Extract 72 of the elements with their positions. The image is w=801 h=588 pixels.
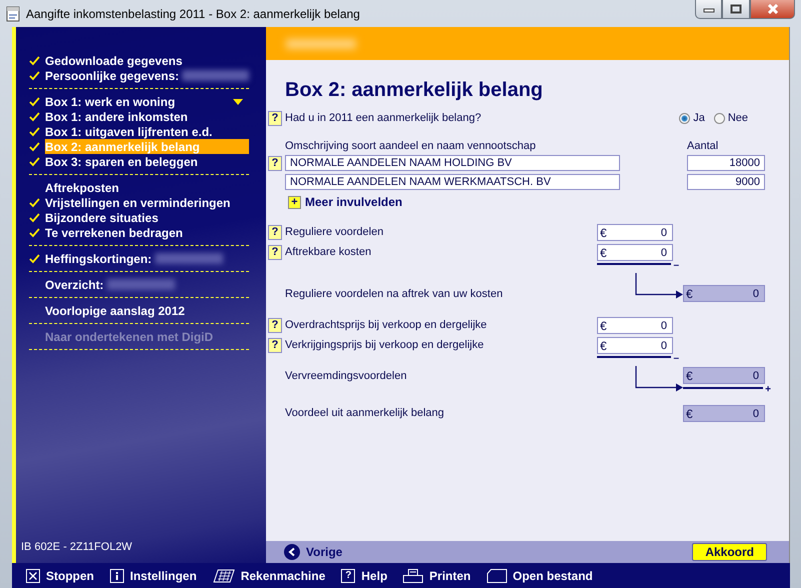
page-title: Box 2: aanmerkelijk belang xyxy=(285,79,544,102)
amount-field[interactable]: € 0 xyxy=(597,337,673,354)
folder-icon xyxy=(486,568,507,582)
sidebar-item[interactable]: Te verrekenen bedragen xyxy=(29,225,249,240)
field-label: Reguliere voordelen xyxy=(285,226,384,240)
sidebar-item[interactable]: Box 3: sparen en beleggen xyxy=(29,154,249,169)
maximize-icon xyxy=(730,4,742,14)
toolbar-button[interactable]: ? Help xyxy=(341,568,388,582)
amount-field[interactable]: € 0 xyxy=(597,317,673,334)
help-button[interactable]: ? xyxy=(268,110,282,126)
sidebar-item[interactable]: Box 1: andere inkomsten xyxy=(29,109,249,124)
number-field[interactable]: 9000 xyxy=(687,174,765,190)
calculated-amount: € 0 xyxy=(683,285,765,302)
field-label: Vervreemdingsvoordelen xyxy=(285,370,408,384)
sidebar-item[interactable]: Voorlopige aanslag 2012 xyxy=(29,303,249,318)
minimize-button[interactable] xyxy=(695,0,722,19)
printer-icon xyxy=(403,568,424,582)
help-icon: ? xyxy=(341,568,356,582)
sum-line: – xyxy=(597,356,679,364)
sidebar-item[interactable]: Bijzondere situaties xyxy=(29,210,249,225)
sidebar-item[interactable]: Vrijstellingen en verminderingen xyxy=(29,195,249,210)
column-header: Aantal xyxy=(687,140,720,152)
toolbar-button[interactable]: Open bestand xyxy=(486,568,593,582)
radio-option[interactable]: Ja xyxy=(679,112,705,124)
field-label: Overdrachtsprijs bij verkoop en dergelijke xyxy=(285,318,488,332)
question-text: Had u in 2011 een aanmerkelijk belang? xyxy=(285,112,482,124)
calculated-amount: € 0 xyxy=(683,405,765,422)
close-box-icon xyxy=(26,568,40,582)
radio-option[interactable]: Nee xyxy=(714,112,748,124)
window-title: Aangifte inkomstenbelasting 2011 - Box 2: aanmerkelijk belang xyxy=(26,6,360,20)
calculator-icon xyxy=(212,568,235,582)
sum-line: + xyxy=(683,387,771,395)
sidebar-item[interactable]: Gedownloade gegevens xyxy=(29,53,249,68)
more-fields-link[interactable]: + Meer invulvelden xyxy=(288,195,765,209)
field-label: Aftrekbare kosten xyxy=(285,246,372,260)
info-icon xyxy=(110,568,124,582)
toolbar-button[interactable]: Printen xyxy=(403,568,471,582)
sidebar-item[interactable]: Box 1: werk en woning xyxy=(29,94,249,109)
plus-icon: + xyxy=(288,196,301,208)
sidebar-item[interactable]: Aftrekposten xyxy=(29,180,249,195)
toolbar-button[interactable]: Stoppen xyxy=(26,568,94,582)
amount-field[interactable]: € 0 xyxy=(597,244,673,261)
maximize-button[interactable] xyxy=(722,0,750,19)
sidebar-item[interactable]: Overzicht: xyxy=(29,277,249,292)
field-label: Voordeel uit aanmerkelijk belang xyxy=(285,406,445,420)
text-field[interactable]: NORMALE AANDELEN NAAM WERKMAATSCH. BV xyxy=(285,174,620,190)
sidebar-item[interactable]: Persoonlijke gegevens: xyxy=(29,68,249,83)
help-button[interactable]: ? xyxy=(268,245,282,260)
sum-line: – xyxy=(597,263,679,271)
sidebar-item[interactable]: Heffingskortingen: xyxy=(29,251,249,266)
back-button[interactable]: Vorige xyxy=(284,544,342,560)
help-button[interactable]: ? xyxy=(268,318,282,333)
amount-field[interactable]: € 0 xyxy=(597,224,673,241)
column-header: Omschrijving soort aandeel en naam vennootschap xyxy=(285,140,536,152)
help-button[interactable]: ? xyxy=(268,225,282,240)
field-label: Verkrijgingsprijs bij verkoop en dergelijke xyxy=(285,338,485,352)
calculated-amount: € 0 xyxy=(683,367,765,384)
connector-arrow xyxy=(635,366,683,392)
blurred-value xyxy=(286,38,356,48)
close-button[interactable] xyxy=(750,0,795,19)
help-button[interactable]: ? xyxy=(268,156,282,170)
close-icon xyxy=(766,4,780,14)
help-button[interactable]: ? xyxy=(268,338,282,353)
sidebar-item[interactable]: Box 1: uitgaven lijfrenten e.d. xyxy=(29,124,249,139)
confirm-button[interactable]: Akkoord xyxy=(692,543,767,561)
field-label: Reguliere voordelen na aftrek van uw kosten xyxy=(285,288,504,302)
toolbar-button[interactable]: Rekenmachine xyxy=(212,568,326,582)
text-field[interactable]: NORMALE AANDELEN NAAM HOLDING BV xyxy=(285,155,620,171)
toolbar-button[interactable]: Instellingen xyxy=(110,568,197,582)
connector-arrow xyxy=(635,273,683,299)
number-field[interactable]: 18000 xyxy=(687,155,765,171)
form-code: IB 602E - 2Z11FOL2W xyxy=(21,541,134,553)
